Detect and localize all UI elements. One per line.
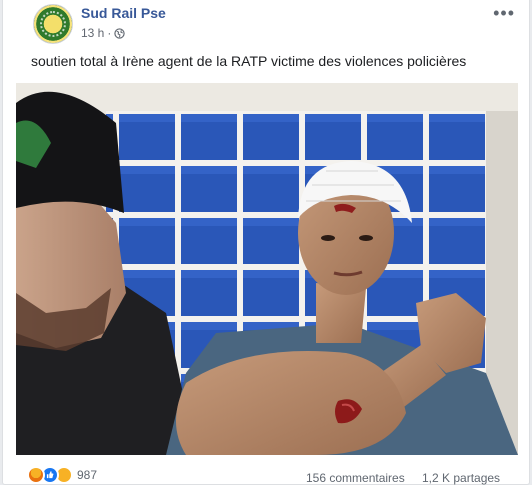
reactions-summary[interactable]: 987 <box>27 466 97 484</box>
post-photo[interactable] <box>16 83 518 455</box>
angry-reaction-icon <box>27 466 45 484</box>
meta-separator: · <box>107 26 112 40</box>
reaction-count[interactable]: 987 <box>77 468 97 482</box>
post-header: Sud Rail Pse 13 h · ••• <box>3 0 529 50</box>
photo-illustration <box>16 83 518 455</box>
ellipsis-icon[interactable]: ••• <box>493 4 515 22</box>
shares-count-link[interactable]: 1,2 K partages <box>422 471 500 485</box>
post-footer: 987 156 commentaires 1,2 K partages <box>3 458 529 485</box>
globe-icon[interactable] <box>114 27 126 39</box>
page-avatar[interactable] <box>33 4 73 44</box>
post-timestamp[interactable]: 13 h <box>81 26 104 40</box>
post-card: Sud Rail Pse 13 h · ••• soutien total à … <box>2 0 530 485</box>
post-text: soutien total à Irène agent de la RATP v… <box>31 53 467 69</box>
avatar-seal-ring <box>40 11 66 37</box>
page-name-link[interactable]: Sud Rail Pse <box>81 5 166 21</box>
comments-count-link[interactable]: 156 commentaires <box>306 471 405 485</box>
post-meta: 13 h · <box>81 26 126 40</box>
